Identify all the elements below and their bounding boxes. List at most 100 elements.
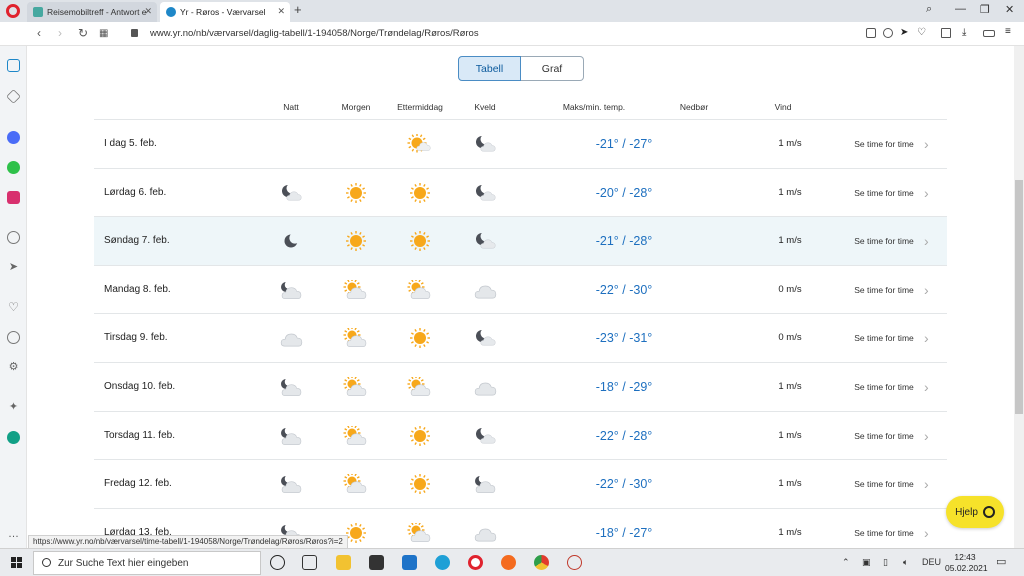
tray-app-icon[interactable]: ▣: [862, 557, 871, 568]
forecast-row[interactable]: Torsdag 11. feb. -22° / -28° 1 m/s Se time…: [94, 410, 947, 460]
send-icon[interactable]: ➤: [900, 27, 910, 38]
help-button[interactable]: Hjelp: [946, 496, 1004, 528]
opera-menu-icon[interactable]: [6, 4, 20, 18]
chevron-right-icon[interactable]: ›: [924, 136, 929, 152]
heart-icon[interactable]: ♡: [917, 27, 927, 38]
home-icon[interactable]: [7, 59, 20, 72]
camera-icon[interactable]: [866, 28, 876, 38]
history-icon[interactable]: [7, 331, 20, 344]
address-bar: ‹ › ↻ ▦ www.yr.no/nb/værvarsel/daglig-ta…: [0, 22, 1024, 46]
cortana-icon[interactable]: [270, 555, 285, 570]
aria-icon[interactable]: [7, 431, 20, 444]
forecast-row[interactable]: Søndag 7. feb. -21° / -28° 1 m/s Se time f…: [94, 216, 947, 265]
scrollbar-thumb[interactable]: [1015, 180, 1023, 414]
adblock-icon[interactable]: [883, 28, 893, 38]
hour-by-hour-link[interactable]: Se time for time: [854, 188, 914, 198]
tips-icon[interactable]: ✦: [7, 401, 20, 414]
hour-by-hour-link[interactable]: Se time for time: [854, 236, 914, 246]
lifebuoy-icon: [982, 506, 995, 518]
hour-by-hour-link[interactable]: Se time for time: [854, 333, 914, 343]
new-tab-icon[interactable]: +: [294, 2, 302, 17]
moon-cloud-heavy-icon: [278, 474, 304, 494]
chrome-icon[interactable]: [534, 555, 549, 570]
battery-icon[interactable]: [983, 30, 995, 37]
graf-toggle-button[interactable]: Graf: [521, 56, 584, 81]
chevron-right-icon[interactable]: ›: [924, 379, 929, 395]
forecast-row[interactable]: Tirsdag 9. feb. -23° / -31° 0 m/s Se time …: [94, 313, 947, 362]
moon-cloud-icon: [472, 425, 498, 446]
row-day: Fredag 12. feb.: [104, 478, 172, 490]
firefox-icon[interactable]: [501, 555, 516, 570]
edge-icon[interactable]: [435, 555, 450, 570]
menu-icon[interactable]: ≡: [1005, 26, 1015, 37]
network-app-icon[interactable]: [567, 555, 582, 570]
chevron-right-icon[interactable]: ›: [924, 428, 929, 444]
taskbar-search-input[interactable]: Zur Suche Text hier eingeben: [33, 551, 261, 575]
forecast-row[interactable]: Lørdag 6. feb. -20° / -28° 1 m/s Se time f…: [94, 167, 947, 217]
instagram-icon[interactable]: [7, 191, 20, 204]
tray-chevron-icon[interactable]: ⌃: [842, 557, 850, 568]
chevron-right-icon[interactable]: ›: [924, 282, 929, 298]
speed-dial-icon[interactable]: ▦: [99, 28, 108, 39]
chevron-right-icon[interactable]: ›: [924, 525, 929, 541]
task-view-icon[interactable]: [302, 555, 317, 570]
row-temperature: -22° / -30°: [595, 477, 653, 492]
store-icon[interactable]: [369, 555, 384, 570]
language-indicator[interactable]: DEU: [922, 557, 941, 567]
sun-cloud-heavy-icon: [407, 278, 433, 300]
forecast-row[interactable]: Fredag 12. feb. -22° / -30° 1 m/s Se time …: [94, 459, 947, 508]
hour-by-hour-link[interactable]: Se time for time: [854, 431, 914, 441]
opera-taskbar-icon[interactable]: [468, 555, 483, 570]
status-link-preview: https://www.yr.no/nb/værvarsel/time-tabe…: [28, 535, 348, 549]
settings-icon[interactable]: ⚙: [7, 361, 20, 374]
more-icon[interactable]: …: [7, 528, 20, 541]
forward-icon[interactable]: ›: [58, 26, 62, 40]
hour-by-hour-link[interactable]: Se time for time: [854, 285, 914, 295]
close-tab-icon[interactable]: ✕: [144, 6, 152, 17]
favorites-icon[interactable]: ♡: [7, 301, 20, 314]
download-icon[interactable]: ⤓: [962, 27, 972, 38]
forecast-row[interactable]: Onsdag 10. feb. -18° / -29° 1 m/s Se time …: [94, 361, 947, 411]
flow-icon[interactable]: ➤: [7, 261, 20, 274]
hour-by-hour-link[interactable]: Se time for time: [854, 382, 914, 392]
sun-cloud-heavy-icon: [343, 326, 369, 348]
taskbar-clock[interactable]: 12:43 05.02.2021: [945, 552, 988, 574]
hour-by-hour-link[interactable]: Se time for time: [854, 139, 914, 149]
file-explorer-icon[interactable]: [336, 555, 351, 570]
mail-icon[interactable]: [402, 555, 417, 570]
chevron-right-icon[interactable]: ›: [924, 330, 929, 346]
player-icon[interactable]: [7, 231, 20, 244]
moon-cloud-icon: [472, 134, 498, 154]
bookmarks-icon[interactable]: [6, 89, 21, 104]
minimize-icon[interactable]: —: [955, 3, 966, 15]
windows-start-icon[interactable]: [11, 557, 22, 568]
back-icon[interactable]: ‹: [37, 26, 41, 40]
hour-by-hour-link[interactable]: Se time for time: [854, 528, 914, 538]
forecast-row[interactable]: I dag 5. feb. -21° / -27° 1 m/s Se time fo…: [94, 119, 947, 168]
moon-cloud-heavy-icon: [278, 377, 304, 397]
sun-icon: [407, 474, 433, 495]
volume-icon[interactable]: 🔈︎: [903, 557, 908, 568]
tab-bar: Reisemobiltreff - Antwort e ✕ Yr - Røros…: [0, 0, 1024, 22]
close-tab-icon[interactable]: ✕: [277, 6, 285, 17]
header-ettermiddag: Ettermiddag: [397, 102, 443, 112]
close-window-icon[interactable]: ✕: [1005, 3, 1014, 16]
forecast-row[interactable]: Mandag 8. feb. -22° / -30° 0 m/s Se time f…: [94, 264, 947, 314]
opera-sidebar: ➤ ♡ ⚙ ✦ …: [0, 46, 27, 548]
chevron-right-icon[interactable]: ›: [924, 233, 929, 249]
tab-reisemobiltreff[interactable]: Reisemobiltreff - Antwort e ✕: [27, 2, 157, 22]
extensions-icon[interactable]: [941, 28, 951, 38]
whatsapp-icon[interactable]: [7, 161, 20, 174]
messenger-icon[interactable]: [7, 131, 20, 144]
tray-usb-icon[interactable]: ▯: [883, 557, 888, 568]
tab-yr-roros[interactable]: Yr - Røros - Værvarsel ✕: [160, 2, 290, 22]
reload-icon[interactable]: ↻: [78, 26, 88, 40]
url-field[interactable]: www.yr.no/nb/værvarsel/daglig-tabell/1-1…: [150, 28, 479, 39]
notifications-icon[interactable]: ▭: [996, 555, 1006, 568]
chevron-right-icon[interactable]: ›: [924, 185, 929, 201]
hour-by-hour-link[interactable]: Se time for time: [854, 479, 914, 489]
restore-icon[interactable]: ❐: [980, 3, 990, 16]
search-tabs-icon[interactable]: ⌕: [926, 3, 932, 16]
tabell-toggle-button[interactable]: Tabell: [458, 56, 521, 81]
chevron-right-icon[interactable]: ›: [924, 476, 929, 492]
